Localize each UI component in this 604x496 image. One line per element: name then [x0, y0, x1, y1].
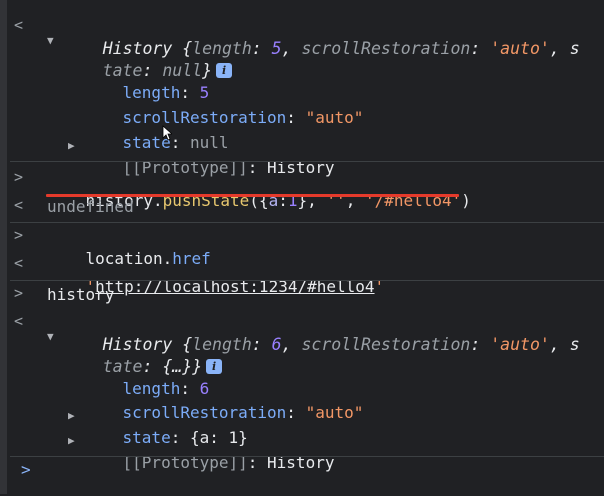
console-input-field[interactable]	[40, 458, 600, 488]
console-input-history[interactable]: history	[47, 284, 604, 306]
expand-triangle-icon[interactable]: ▼	[47, 34, 54, 47]
result-arrow-icon: <	[14, 254, 24, 272]
prompt-arrow-icon: >	[14, 168, 24, 186]
result-arrow-icon: <	[14, 312, 24, 330]
entry-divider	[10, 161, 604, 162]
devtools-console: < ▼ History {length: 5, scrollRestoratio…	[0, 0, 604, 494]
prompt-arrow-icon: >	[14, 284, 24, 302]
expand-triangle-icon[interactable]: ▼	[47, 330, 54, 343]
expand-triangle-icon[interactable]: ▶	[68, 139, 75, 152]
console-left-edge	[0, 0, 7, 494]
entry-divider	[10, 280, 604, 281]
result-arrow-icon: <	[14, 196, 24, 214]
prompt-arrow-icon: >	[14, 226, 24, 244]
entry-divider	[10, 222, 604, 223]
entry-divider	[10, 456, 604, 457]
console-prompt-icon: >	[21, 460, 31, 479]
expand-triangle-icon[interactable]: ▶	[68, 434, 75, 447]
console-output-undefined: undefined	[47, 197, 134, 216]
expand-triangle-icon[interactable]: ▶	[68, 409, 75, 422]
result-arrow-icon: <	[14, 16, 24, 34]
